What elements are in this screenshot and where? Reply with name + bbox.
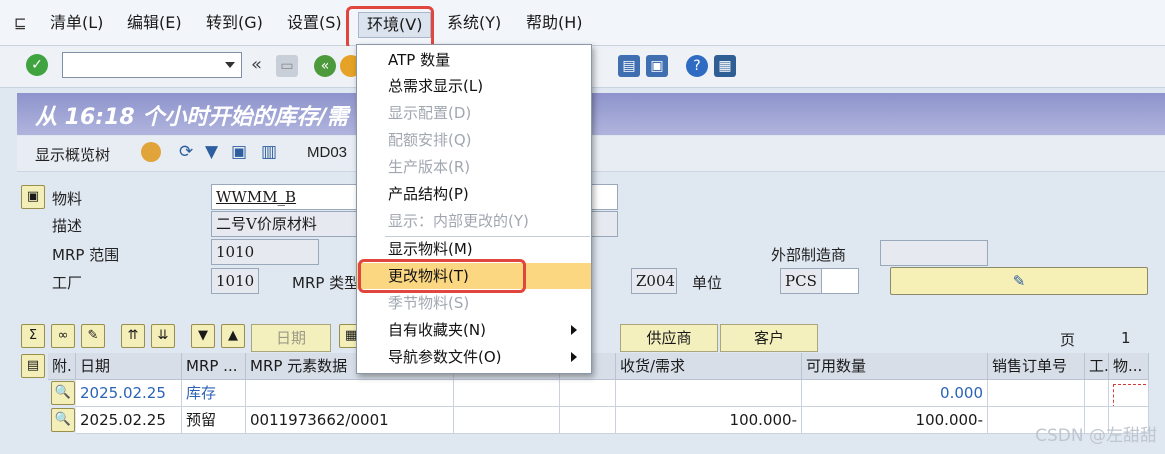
chevron-down-icon[interactable] [225, 62, 235, 68]
col-sales-order[interactable]: 销售订单号 [988, 353, 1085, 380]
edit-icon[interactable]: ✎ [81, 324, 105, 348]
date-tab[interactable]: 日期 [251, 324, 331, 352]
header-toggle-icon[interactable]: ▣ [21, 185, 45, 209]
dd-internal-changes[interactable]: 显示：内部更改的(Y) [357, 208, 591, 234]
menu-edit[interactable]: 编辑(E) [127, 10, 182, 36]
create-session-icon[interactable]: ▤ [618, 55, 640, 77]
plant-field: 1010 [211, 268, 259, 294]
plant-label: 工厂 [52, 274, 83, 292]
annotation-box-change-material [358, 259, 526, 293]
enter-check-icon[interactable]: ✓ [26, 54, 48, 76]
dd-navigation-profile[interactable]: 导航参数文件(O) [357, 344, 591, 370]
row1-available: 0.000 [802, 380, 988, 407]
menu-help[interactable]: 帮助(H) [526, 10, 583, 36]
dd-own-favorites[interactable]: 自有收藏夹(N) [357, 317, 591, 343]
menu-list[interactable]: 清单(L) [50, 10, 103, 36]
unit-label: 单位 [692, 274, 723, 292]
row1-date: 2025.02.25 [76, 380, 182, 407]
submenu-arrow-icon [571, 352, 577, 362]
sort-up-icon[interactable]: ▲ [221, 324, 245, 348]
shortcut-icon[interactable]: ▣ [646, 55, 668, 77]
row2-receipt: 100.000- [616, 407, 802, 434]
mrp-type-label: MRP 类型 [292, 274, 360, 292]
menu-bar: ⊑ 清单(L) 编辑(E) 转到(G) 设置(S) 环境(V) 系统(Y) 帮助… [0, 0, 1165, 46]
filter-icon[interactable]: ▼ [205, 142, 218, 162]
customer-tab[interactable]: 客户 [720, 324, 818, 352]
dd-total-requirements[interactable]: 总需求显示(L) [357, 73, 591, 99]
external-manufacturer-field [880, 240, 988, 266]
watermark: CSDN @左甜甜 [1035, 426, 1157, 446]
help-icon[interactable]: ? [686, 55, 708, 77]
col-mrp-element[interactable]: MRP ... [182, 353, 246, 380]
command-field[interactable] [62, 52, 242, 78]
mrp-type-field: Z004 [631, 268, 677, 294]
mrp-area-field: 1010 [211, 239, 319, 265]
person-icon[interactable] [141, 142, 161, 162]
unit-extra-field [821, 268, 859, 294]
row1-sales-order [988, 380, 1085, 407]
pencil-icon: ✎ [1012, 272, 1026, 290]
row1-g [1085, 380, 1109, 407]
screen-title: 从 16:18 个小时开始的库存/需 [35, 105, 349, 130]
row1-item [1109, 380, 1149, 407]
row2-blank-2 [560, 407, 616, 434]
external-manufacturer-label: 外部制造商 [771, 246, 847, 264]
submenu-arrow-icon [571, 325, 577, 335]
row1-element-data [246, 380, 454, 407]
expand-icon[interactable]: ⇈ [121, 324, 145, 348]
sigma-icon[interactable]: Σ [21, 324, 45, 348]
row2-element-data: 0011973662/0001 [246, 407, 454, 434]
menu-icon[interactable]: ⊑ [14, 14, 27, 32]
dd-product-structure[interactable]: 产品结构(P) [357, 181, 591, 207]
row2-mrp: 预留 [182, 407, 246, 434]
row-detail-icon[interactable]: 🔍 [51, 408, 75, 432]
row-detail-icon[interactable]: 🔍 [51, 381, 75, 405]
unit-field: PCS [780, 268, 822, 294]
collapse-icon[interactable]: « [251, 54, 262, 75]
row1-blank-2 [560, 380, 616, 407]
dd-seasonal-material[interactable]: 季节物料(S) [357, 290, 591, 316]
overview-tree-button[interactable]: 显示概览树 [35, 144, 110, 165]
back-icon[interactable]: « [314, 55, 336, 77]
attachment-header-icon[interactable]: ▤ [21, 354, 45, 378]
row2-date: 2025.02.25 [76, 407, 182, 434]
menu-settings[interactable]: 设置(S) [287, 10, 342, 36]
edit-material-button[interactable]: ✎ [890, 267, 1148, 295]
col-date[interactable]: 日期 [76, 353, 182, 380]
detail-icon[interactable]: ▣ [231, 142, 247, 162]
material-label: 物料 [52, 190, 83, 208]
col-g[interactable]: 工. [1085, 353, 1109, 380]
row1-mrp: 库存 [182, 380, 246, 407]
row2-blank-1 [454, 407, 560, 434]
page-label: 页 [1060, 331, 1076, 349]
dd-quota-arrangement[interactable]: 配额安排(Q) [357, 127, 591, 153]
refresh-icon[interactable]: ⟳ [179, 142, 193, 162]
tcode-label: MD03 [307, 144, 348, 161]
sort-down-icon[interactable]: ▼ [191, 324, 215, 348]
row1-receipt [616, 380, 802, 407]
menu-system[interactable]: 系统(Y) [447, 10, 501, 36]
col-available[interactable]: 可用数量 [802, 353, 988, 380]
col-item[interactable]: 物... [1109, 353, 1149, 380]
row1-blank-1 [454, 380, 560, 407]
description-label: 描述 [52, 217, 83, 235]
col-attachment[interactable]: 附. [48, 353, 76, 380]
vendor-tab[interactable]: 供应商 [620, 324, 718, 352]
save-icon[interactable]: ▭ [276, 55, 298, 77]
mrp-area-label: MRP 范围 [52, 246, 120, 264]
dd-production-version[interactable]: 生产版本(R) [357, 154, 591, 180]
environment-dropdown: ATP 数量 总需求显示(L) 显示配置(D) 配额安排(Q) 生产版本(R) … [356, 44, 592, 374]
col-receipt[interactable]: 收货/需求 [616, 353, 802, 380]
glasses-icon[interactable]: ∞ [51, 324, 75, 348]
layout-menu-icon[interactable]: ▦ [714, 55, 736, 77]
dd-display-config[interactable]: 显示配置(D) [357, 100, 591, 126]
collapse-tree-icon[interactable]: ⇊ [151, 324, 175, 348]
dd-atp-quantity[interactable]: ATP 数量 [357, 47, 591, 73]
row2-available: 100.000- [802, 407, 988, 434]
clear-filter-icon[interactable]: ▥ [261, 142, 277, 162]
menu-goto[interactable]: 转到(G) [206, 10, 263, 36]
page-value: 1 [1121, 329, 1131, 347]
